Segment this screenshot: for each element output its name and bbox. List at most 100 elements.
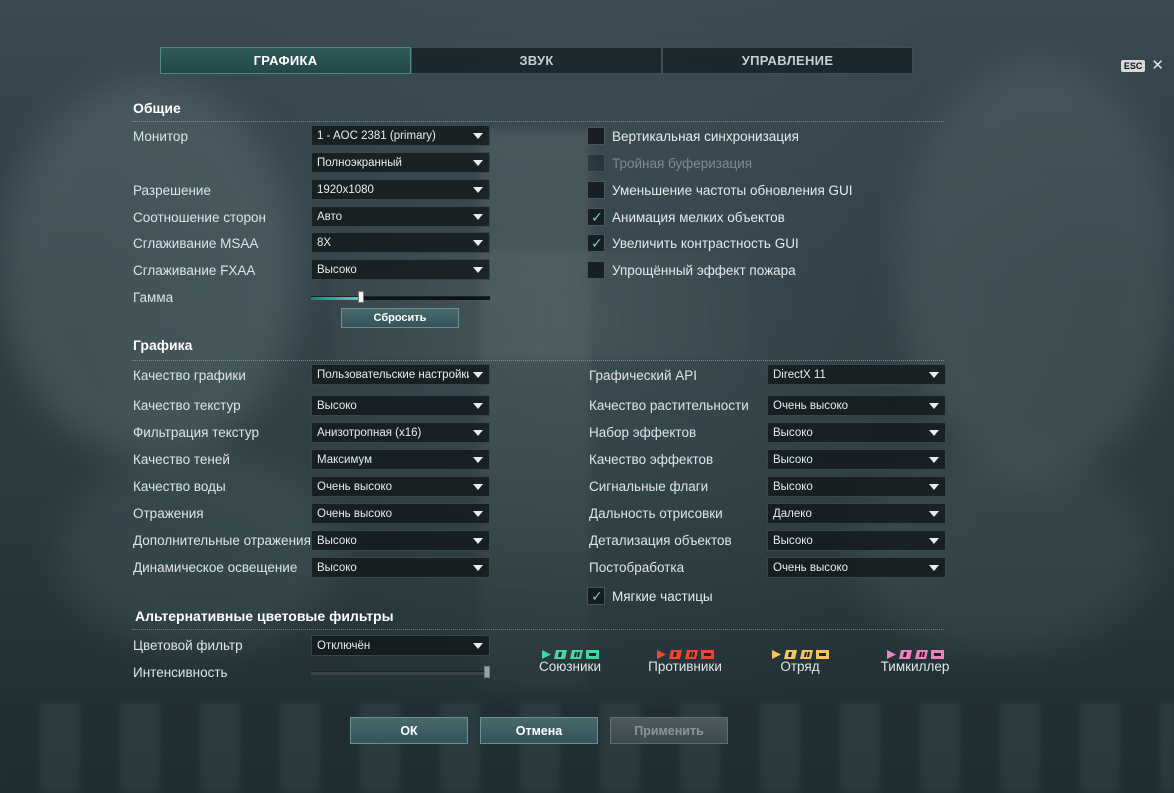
effects-set-dropdown[interactable]: Высоко bbox=[767, 422, 946, 443]
chevron-down-icon bbox=[473, 186, 483, 193]
reflections-label: Отражения bbox=[133, 506, 204, 521]
ship-marker-icon bbox=[898, 647, 912, 659]
msaa-dropdown[interactable]: 8X bbox=[311, 232, 490, 253]
msaa-value: 8X bbox=[317, 236, 332, 249]
chevron-down-icon bbox=[929, 483, 939, 490]
resolution-label: Разрешение bbox=[133, 183, 211, 198]
section-title-color-filters: Альтернативные цветовые фильтры bbox=[135, 608, 394, 624]
graphics-quality-value: Пользовательские настройки bbox=[317, 368, 469, 381]
postprocessing-value: Очень высоко bbox=[773, 561, 849, 574]
chevron-down-icon bbox=[473, 239, 483, 246]
postprocessing-dropdown[interactable]: Очень высоко bbox=[767, 557, 946, 578]
msaa-label: Сглаживание MSAA bbox=[133, 236, 259, 251]
gamma-label: Гамма bbox=[133, 290, 174, 305]
color-filter-dropdown[interactable]: Отключён bbox=[311, 635, 490, 656]
shadow-quality-dropdown[interactable]: Максимум bbox=[311, 449, 490, 470]
display-mode-dropdown[interactable]: Полноэкранный bbox=[311, 152, 490, 173]
ship-marker-icon bbox=[553, 647, 567, 659]
gui-contrast-checkbox[interactable]: ✓ bbox=[587, 234, 605, 252]
effects-quality-label: Качество эффектов bbox=[589, 452, 714, 467]
cancel-button[interactable]: Отмена bbox=[480, 717, 598, 744]
postprocessing-label: Постобработка bbox=[589, 560, 685, 575]
monitor-dropdown[interactable]: 1 - AOC 2381 (primary) bbox=[311, 125, 490, 146]
object-detail-dropdown[interactable]: Высоко bbox=[767, 530, 946, 551]
chevron-down-icon bbox=[929, 371, 939, 378]
intensity-slider-handle[interactable] bbox=[484, 666, 490, 678]
legend-division: Отряд bbox=[750, 645, 850, 674]
enemies-marker-icons bbox=[635, 645, 735, 659]
draw-distance-dropdown[interactable]: Далеко bbox=[767, 503, 946, 524]
division-marker-icons bbox=[750, 645, 850, 659]
graphics-quality-dropdown[interactable]: Пользовательские настройки bbox=[311, 364, 490, 385]
resolution-dropdown[interactable]: 1920x1080 bbox=[311, 179, 490, 200]
extra-reflections-label: Дополнительные отражения bbox=[133, 533, 311, 548]
gui-contrast-label: Увеличить контрастность GUI bbox=[612, 236, 799, 251]
legend-enemies: Противники bbox=[635, 645, 735, 674]
ok-button[interactable]: ОК bbox=[350, 717, 468, 744]
reduce-gui-refresh-checkbox[interactable] bbox=[587, 181, 605, 199]
dynamic-lighting-dropdown[interactable]: Высоко bbox=[311, 557, 490, 578]
signal-flags-dropdown[interactable]: Высоко bbox=[767, 476, 946, 497]
ship-marker-icon bbox=[771, 647, 781, 659]
divider-general bbox=[132, 121, 944, 122]
texture-filtering-dropdown[interactable]: Анизотропная (x16) bbox=[311, 422, 490, 443]
vegetation-quality-dropdown[interactable]: Очень высоко bbox=[767, 395, 946, 416]
graphics-quality-label: Качество графики bbox=[133, 368, 246, 383]
fxaa-dropdown[interactable]: Высоко bbox=[311, 259, 490, 280]
effects-set-label: Набор эффектов bbox=[589, 425, 697, 440]
reflections-dropdown[interactable]: Очень высоко bbox=[311, 503, 490, 524]
ship-marker-icon bbox=[700, 647, 714, 659]
tab-controls[interactable]: УПРАВЛЕНИЕ bbox=[662, 47, 913, 74]
intensity-slider[interactable] bbox=[311, 666, 490, 678]
effects-quality-dropdown[interactable]: Высоко bbox=[767, 449, 946, 470]
apply-button[interactable]: Применить bbox=[610, 717, 728, 744]
chevron-down-icon bbox=[473, 159, 483, 166]
chevron-down-icon bbox=[473, 510, 483, 517]
reset-gamma-button[interactable]: Сбросить bbox=[341, 308, 459, 328]
graphics-api-label: Графический API bbox=[589, 368, 698, 383]
chevron-down-icon bbox=[929, 564, 939, 571]
graphics-api-dropdown[interactable]: DirectX 11 bbox=[767, 364, 946, 385]
monitor-value: 1 - AOC 2381 (primary) bbox=[317, 129, 436, 142]
texture-quality-dropdown[interactable]: Высоко bbox=[311, 395, 490, 416]
dynamic-lighting-label: Динамическое освещение bbox=[133, 560, 298, 575]
water-quality-dropdown[interactable]: Очень высоко bbox=[311, 476, 490, 497]
vsync-label: Вертикальная синхронизация bbox=[612, 129, 799, 144]
texture-quality-value: Высоко bbox=[317, 399, 357, 412]
divider-graphics bbox=[132, 360, 944, 361]
vegetation-quality-label: Качество растительности bbox=[589, 398, 749, 413]
soft-particles-checkbox[interactable]: ✓ bbox=[587, 587, 605, 605]
tab-graphics[interactable]: ГРАФИКА bbox=[160, 47, 411, 74]
check-icon: ✓ bbox=[591, 588, 603, 604]
triple-buffering-checkbox[interactable] bbox=[587, 154, 605, 172]
extra-reflections-value: Высоко bbox=[317, 534, 357, 547]
chevron-down-icon bbox=[473, 213, 483, 220]
vsync-checkbox[interactable] bbox=[587, 127, 605, 145]
water-quality-label: Качество воды bbox=[133, 479, 226, 494]
tab-sound[interactable]: ЗВУК bbox=[411, 47, 662, 74]
aspect-ratio-dropdown[interactable]: Авто bbox=[311, 206, 490, 227]
gamma-slider[interactable] bbox=[311, 291, 490, 303]
simple-fire-effect-label: Упрощённый эффект пожара bbox=[612, 263, 796, 278]
extra-reflections-dropdown[interactable]: Высоко bbox=[311, 530, 490, 551]
legend-allies-label: Союзники bbox=[538, 659, 601, 674]
aspect-ratio-label: Соотношение сторон bbox=[133, 210, 266, 225]
color-filter-label: Цветовой фильтр bbox=[133, 638, 243, 653]
ship-marker-icon bbox=[656, 647, 666, 659]
texture-filtering-label: Фильтрация текстур bbox=[133, 425, 259, 440]
close-icon[interactable]: ✕ bbox=[1151, 58, 1164, 73]
chevron-down-icon bbox=[473, 371, 483, 378]
effects-set-value: Высоко bbox=[773, 426, 813, 439]
settings-tabs: ГРАФИКА ЗВУК УПРАВЛЕНИЕ bbox=[160, 47, 913, 74]
water-quality-value: Очень высоко bbox=[317, 480, 393, 493]
simple-fire-effect-checkbox[interactable] bbox=[587, 261, 605, 279]
small-objects-animation-checkbox[interactable]: ✓ bbox=[587, 208, 605, 226]
dynamic-lighting-value: Высоко bbox=[317, 561, 357, 574]
gamma-slider-handle[interactable] bbox=[358, 291, 365, 303]
chevron-down-icon bbox=[473, 402, 483, 409]
teamkiller-marker-icons bbox=[865, 645, 965, 659]
divider-color-filters bbox=[132, 629, 944, 630]
esc-close[interactable]: ESC ✕ bbox=[1120, 58, 1164, 73]
esc-key-badge: ESC bbox=[1120, 59, 1146, 72]
ship-marker-icon bbox=[569, 647, 583, 659]
